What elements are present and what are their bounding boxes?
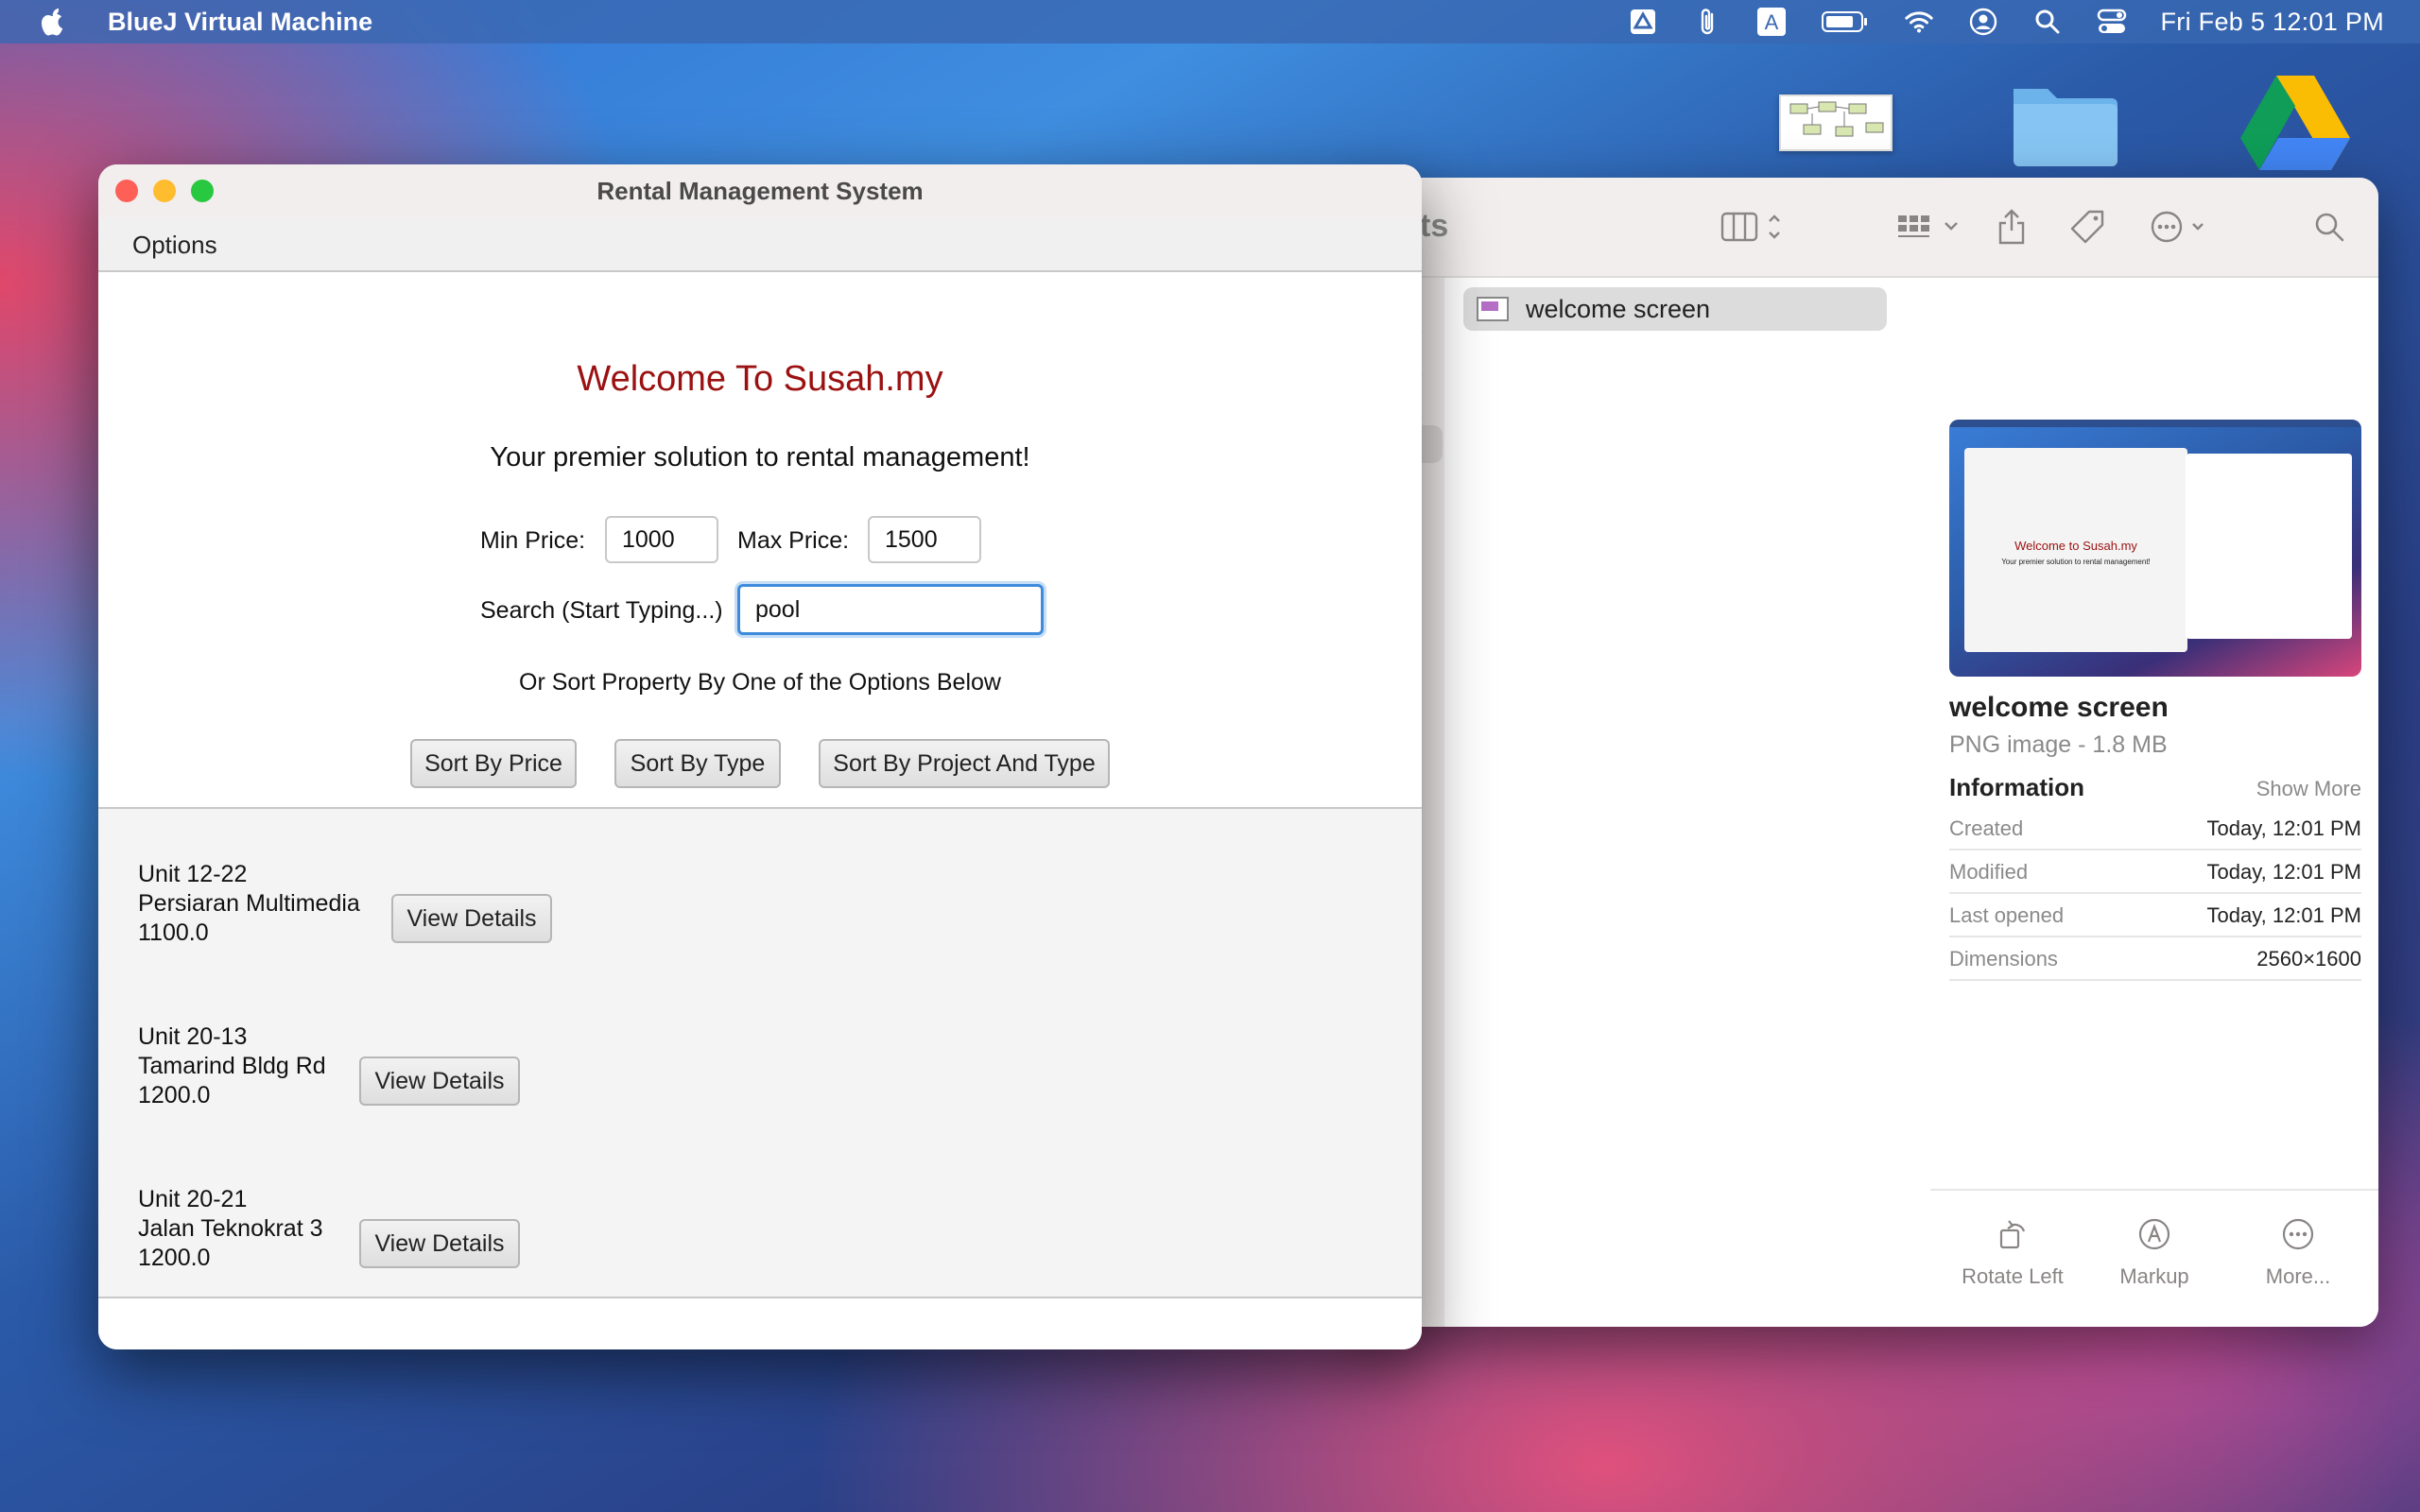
info-row-modified: Modified Today, 12:01 PM: [1949, 850, 2361, 894]
text-input-icon[interactable]: A: [1756, 7, 1787, 37]
menu-bar: BlueJ Virtual Machine A Fri Feb 5 12:01 …: [0, 0, 2420, 43]
min-price-input[interactable]: 1000: [605, 516, 718, 563]
user-icon[interactable]: [1968, 7, 1998, 37]
group-view-icon[interactable]: [1896, 206, 1964, 248]
thumb-app-window: Welcome to Susah.my Your premier solutio…: [1964, 448, 2187, 652]
unit-number: Unit 12-22: [138, 861, 248, 887]
markup-icon: [2083, 1215, 2225, 1253]
info-value: 2560×1600: [2256, 947, 2361, 971]
view-details-button[interactable]: View Details: [391, 894, 552, 943]
preview-thumbnail[interactable]: Welcome to Susah.my Your premier solutio…: [1949, 420, 2361, 677]
list-item: Unit 20-21 Jalan Teknokrat 3 1200.0: [138, 1185, 323, 1273]
rotate-left-button[interactable]: Rotate Left: [1942, 1215, 2083, 1289]
finder-window-title: ts: [1420, 208, 1449, 244]
information-heading: Information: [1949, 773, 2084, 801]
ellipsis-icon: [2227, 1215, 2369, 1253]
sort-prompt: Or Sort Property By One of the Options B…: [519, 669, 1001, 696]
rotate-left-label: Rotate Left: [1962, 1264, 2064, 1288]
battery-icon[interactable]: [1821, 7, 1870, 37]
desktop-diagram-thumbnail[interactable]: [1779, 94, 1893, 151]
window-title: Rental Management System: [596, 177, 924, 205]
tagline: Your premier solution to rental manageme…: [490, 442, 1030, 472]
paperclip-icon[interactable]: [1692, 7, 1722, 37]
max-price-input[interactable]: 1500: [868, 516, 981, 563]
min-price-label: Min Price:: [480, 527, 586, 554]
view-details-button[interactable]: View Details: [359, 1219, 520, 1268]
info-row-created: Created Today, 12:01 PM: [1949, 807, 2361, 850]
file-list: welcome screen: [1444, 278, 1932, 1327]
info-key: Last opened: [1949, 903, 2065, 927]
tag-icon[interactable]: [2068, 206, 2106, 248]
clock[interactable]: Fri Feb 5 12:01 PM: [2161, 8, 2385, 37]
price: 1200.0: [138, 1245, 211, 1271]
info-row-dimensions: Dimensions 2560×1600: [1949, 937, 2361, 981]
list-item: Unit 12-22 Persiaran Multimedia 1100.0: [138, 860, 360, 948]
svg-text:A: A: [1764, 10, 1778, 34]
info-key: Created: [1949, 816, 2024, 840]
more-label: More...: [2265, 1264, 2331, 1288]
unit-number: Unit 20-21: [138, 1186, 248, 1212]
street-name: Persiaran Multimedia: [138, 890, 360, 917]
apple-icon[interactable]: [38, 7, 68, 37]
window-titlebar[interactable]: Rental Management System: [98, 164, 1422, 218]
markup-button[interactable]: Markup: [2083, 1215, 2225, 1289]
thumb-menubar: [1949, 420, 2361, 427]
sort-by-project-and-type-button[interactable]: Sort By Project And Type: [819, 739, 1110, 788]
information-header: Information Show More: [1949, 767, 2361, 805]
sort-by-type-button[interactable]: Sort By Type: [614, 739, 781, 788]
quick-actions: Rotate Left Markup More...: [1930, 1189, 2378, 1327]
file-row-welcome-screen[interactable]: welcome screen: [1463, 287, 1887, 331]
list-item: Unit 20-13 Tamarind Bldg Rd 1200.0: [138, 1022, 326, 1110]
finder-toolbar: ts: [1361, 178, 2378, 278]
info-value: Today, 12:01 PM: [2206, 816, 2361, 840]
search-label: Search (Start Typing...): [480, 597, 723, 624]
thumb-finder-window: [2186, 454, 2352, 639]
desktop-folder-icon[interactable]: [2008, 76, 2121, 170]
window-bottom-area: [98, 1298, 1422, 1349]
info-row-last-opened: Last opened Today, 12:01 PM: [1949, 894, 2361, 937]
preview-pane: Welcome to Susah.my Your premier solutio…: [1930, 278, 2378, 1327]
unit-number: Unit 20-13: [138, 1023, 248, 1050]
sort-by-price-button[interactable]: Sort By Price: [410, 739, 577, 788]
share-icon[interactable]: [1996, 206, 2027, 248]
street-name: Jalan Teknokrat 3: [138, 1215, 323, 1242]
more-actions-icon[interactable]: [2150, 206, 2210, 248]
view-details-button[interactable]: View Details: [359, 1057, 520, 1106]
column-view-icon[interactable]: [1720, 206, 1783, 248]
results-list: Unit 12-22 Persiaran Multimedia 1100.0 V…: [98, 809, 1422, 1298]
active-app-name[interactable]: BlueJ Virtual Machine: [108, 8, 372, 37]
app-menu-bar: Options: [98, 217, 1422, 272]
preview-file-title: welcome screen: [1949, 692, 2169, 723]
file-name: welcome screen: [1526, 294, 1711, 323]
street-name: Tamarind Bldg Rd: [138, 1053, 326, 1079]
rotate-left-icon: [1942, 1215, 2083, 1253]
thumb-title: Welcome to Susah.my: [2014, 539, 2137, 553]
rental-management-window: Rental Management System Options Welcome…: [98, 164, 1422, 1349]
welcome-heading: Welcome To Susah.my: [577, 359, 943, 399]
price: 1200.0: [138, 1082, 211, 1108]
png-file-icon: [1477, 297, 1509, 321]
finder-search-icon[interactable]: [2312, 206, 2346, 248]
show-more-link[interactable]: Show More: [2256, 777, 2361, 801]
search-panel: Welcome To Susah.my Your premier solutio…: [98, 272, 1422, 809]
finder-window: ts › › › › welcome screen: [1361, 178, 2378, 1327]
search-input[interactable]: pool: [737, 584, 1044, 635]
info-key: Modified: [1949, 860, 2029, 884]
wifi-icon[interactable]: [1904, 7, 1934, 37]
price: 1100.0: [138, 919, 209, 946]
info-value: Today, 12:01 PM: [2206, 860, 2361, 884]
more-button[interactable]: More...: [2227, 1215, 2369, 1289]
info-key: Dimensions: [1949, 947, 2058, 971]
options-menu[interactable]: Options: [132, 231, 217, 260]
control-center-icon[interactable]: [2097, 7, 2127, 37]
max-price-label: Max Price:: [737, 527, 850, 554]
markup-label: Markup: [2119, 1264, 2189, 1288]
search-icon[interactable]: [2032, 7, 2063, 37]
info-value: Today, 12:01 PM: [2206, 903, 2361, 927]
preview-file-kind: PNG image - 1.8 MB: [1949, 731, 2168, 758]
google-drive-status-icon[interactable]: [1628, 7, 1658, 37]
thumb-tagline: Your premier solution to rental manageme…: [2001, 558, 2151, 566]
google-drive-icon[interactable]: [2240, 72, 2350, 170]
